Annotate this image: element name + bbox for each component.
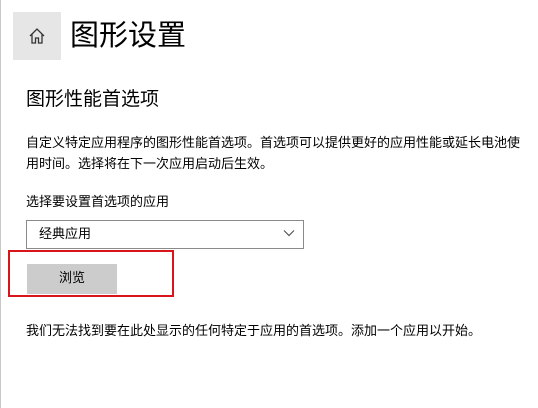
home-button[interactable] xyxy=(13,12,61,60)
page-title: 图形设置 xyxy=(70,18,187,52)
empty-state-message: 我们无法找到要在此处显示的任何特定于应用的首选项。添加一个应用以开始。 xyxy=(26,324,482,339)
section-description: 自定义特定应用程序的图形性能首选项。首选项可以提供更好的应用性能或延长电池使用时… xyxy=(26,136,521,172)
home-icon xyxy=(29,28,45,44)
window-left-border xyxy=(0,0,1,408)
app-type-dropdown[interactable]: 经典应用 xyxy=(26,220,304,249)
section-title: 图形性能首选项 xyxy=(26,88,160,110)
app-type-label: 选择要设置首选项的应用 xyxy=(26,195,170,210)
browse-button[interactable]: 浏览 xyxy=(27,264,117,294)
chevron-down-icon xyxy=(283,230,295,237)
graphics-settings-page: 图形设置 图形性能首选项 自定义特定应用程序的图形性能首选项。首选项可以提供更好… xyxy=(0,0,538,408)
app-type-selected-value: 经典应用 xyxy=(39,227,92,242)
